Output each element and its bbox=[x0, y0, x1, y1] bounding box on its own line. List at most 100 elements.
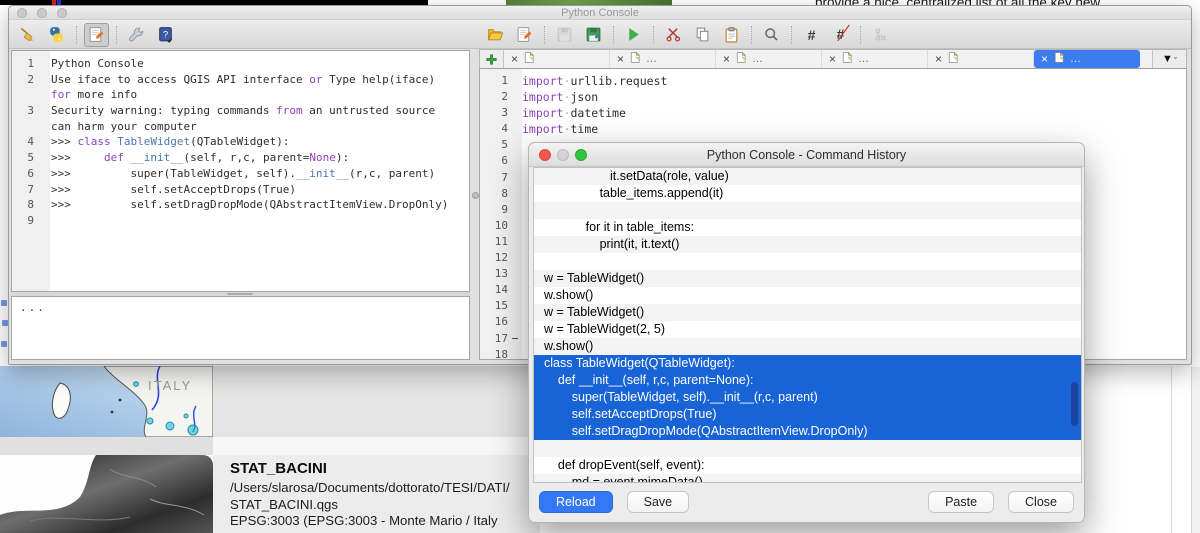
history-row[interactable]: self.setAcceptDrops(True) bbox=[534, 406, 1081, 423]
help-button[interactable]: ? bbox=[153, 23, 178, 47]
history-row[interactable]: w = TableWidget(2, 5) bbox=[534, 321, 1081, 338]
history-row[interactable]: super(TableWidget, self).__init__(r,c, p… bbox=[534, 389, 1081, 406]
copy-button[interactable] bbox=[690, 23, 715, 47]
editor-tabstrip: ××…×…×…××… ▼ ˇ bbox=[479, 49, 1187, 69]
close-tab-icon[interactable]: × bbox=[617, 53, 624, 65]
chevron-down-icon: ˇ bbox=[1174, 56, 1177, 66]
clear-console-button[interactable] bbox=[15, 23, 40, 47]
run-command-button[interactable] bbox=[44, 23, 69, 47]
history-row[interactable]: self.setDragDropMode(QAbstractItemView.D… bbox=[534, 423, 1081, 440]
close-tab-icon[interactable]: × bbox=[1041, 53, 1048, 65]
line-number: 1 bbox=[12, 56, 42, 72]
console-line: 3Security warning: typing commands from … bbox=[12, 103, 469, 119]
command-history-list[interactable]: it.setData(role, value) table_items.appe… bbox=[533, 167, 1082, 483]
script-editor-icon bbox=[88, 26, 105, 43]
editor-tab-5[interactable]: × bbox=[928, 50, 1034, 68]
line-number: 4 bbox=[12, 134, 42, 150]
plus-icon bbox=[485, 53, 498, 66]
uncomment-button[interactable]: # ╱ bbox=[828, 23, 853, 47]
history-row[interactable] bbox=[534, 440, 1081, 457]
object-inspector-button[interactable] bbox=[868, 23, 893, 47]
command-history-dialog: Python Console - Command History it.setD… bbox=[528, 142, 1085, 523]
console-output[interactable]: 1Python Console2Use iface to access QGIS… bbox=[11, 50, 470, 292]
history-row[interactable]: class TableWidget(QTableWidget): bbox=[534, 355, 1081, 372]
console-line: 7>>> self.setAcceptDrops(True) bbox=[12, 182, 469, 198]
editor-line: 2import·json bbox=[480, 89, 1186, 105]
history-row[interactable]: table_items.append(it) bbox=[534, 185, 1081, 202]
window-titlebar[interactable]: Python Console bbox=[9, 6, 1191, 20]
fold-marker bbox=[508, 298, 522, 314]
cut-button[interactable] bbox=[661, 23, 686, 47]
line-number: 9 bbox=[480, 202, 508, 218]
close-tab-icon[interactable]: × bbox=[723, 53, 730, 65]
history-row[interactable]: it.setData(role, value) bbox=[534, 168, 1081, 185]
wrench-icon bbox=[128, 26, 145, 43]
background-map-glyph bbox=[1, 300, 7, 306]
editor-tab-2[interactable]: ×… bbox=[610, 50, 716, 68]
line-number: 7 bbox=[12, 182, 42, 198]
editor-tab-6[interactable]: ×… bbox=[1034, 50, 1140, 68]
fold-marker bbox=[508, 266, 522, 282]
history-row[interactable]: def __init__(self, r,c, parent=None): bbox=[534, 372, 1081, 389]
console-line: 2Use iface to access QGIS API interface … bbox=[12, 72, 469, 88]
run-script-button[interactable] bbox=[621, 23, 646, 47]
new-editor-button[interactable] bbox=[512, 23, 537, 47]
tab-list-dropdown[interactable]: ▼ ˇ bbox=[1152, 50, 1186, 68]
script-page-icon bbox=[841, 51, 853, 64]
close-tab-icon[interactable]: × bbox=[829, 53, 836, 65]
history-row[interactable]: def dropEvent(self, event): bbox=[534, 457, 1081, 474]
recent-project-row-gap bbox=[213, 437, 540, 455]
open-script-button[interactable] bbox=[483, 23, 508, 47]
fold-marker bbox=[508, 250, 522, 266]
script-page-icon bbox=[947, 51, 959, 64]
show-editor-button[interactable] bbox=[84, 23, 109, 47]
fold-marker bbox=[508, 105, 522, 121]
map-label-italy: ITALY bbox=[148, 378, 192, 393]
history-row[interactable]: w.show() bbox=[534, 338, 1081, 355]
close-dialog-button[interactable]: Close bbox=[1008, 491, 1074, 513]
save-button[interactable] bbox=[552, 23, 577, 47]
line-number: 13 bbox=[480, 266, 508, 282]
save-history-button[interactable]: Save bbox=[627, 491, 690, 513]
scrollbar-thumb[interactable] bbox=[1071, 382, 1078, 426]
recent-project-info[interactable]: STAT_BACINI /Users/slarosa/Documents/dot… bbox=[230, 460, 530, 530]
paste-history-button[interactable]: Paste bbox=[928, 491, 994, 513]
paste-button[interactable] bbox=[719, 23, 744, 47]
terrain-thumbnail[interactable] bbox=[0, 455, 213, 533]
fold-marker[interactable]: − bbox=[508, 331, 522, 347]
editor-tab-3[interactable]: ×… bbox=[716, 50, 822, 68]
thumbnail-divider-band bbox=[0, 437, 213, 455]
vertical-splitter-handle[interactable] bbox=[472, 192, 479, 199]
console-line: 9 bbox=[12, 213, 469, 229]
editor-tab-4[interactable]: ×… bbox=[822, 50, 928, 68]
history-row[interactable]: w = TableWidget() bbox=[534, 304, 1081, 321]
dialog-titlebar[interactable]: Python Console - Command History bbox=[529, 143, 1084, 167]
new-tab-button[interactable] bbox=[480, 50, 504, 68]
editor-tab-1[interactable]: × bbox=[504, 50, 610, 68]
options-button[interactable] bbox=[124, 23, 149, 47]
console-input[interactable]: ... bbox=[11, 296, 470, 360]
tab-label: … bbox=[752, 53, 763, 65]
history-row[interactable] bbox=[534, 253, 1081, 270]
close-tab-icon[interactable]: × bbox=[511, 53, 518, 65]
history-row[interactable]: for it in table_items: bbox=[534, 219, 1081, 236]
comment-button[interactable]: # bbox=[799, 23, 824, 47]
history-row[interactable]: print(it, it.text() bbox=[534, 236, 1081, 253]
project-path-line2: STAT_BACINI.qgs bbox=[230, 497, 530, 514]
close-tab-icon[interactable]: × bbox=[935, 53, 942, 65]
reload-button[interactable]: Reload bbox=[539, 491, 613, 513]
fold-marker bbox=[508, 347, 522, 360]
editor-line: 3import·datetime bbox=[480, 105, 1186, 121]
find-text-button[interactable] bbox=[759, 23, 784, 47]
background-right-gutter bbox=[1192, 367, 1200, 533]
history-row[interactable] bbox=[534, 202, 1081, 219]
history-row[interactable]: w.show() bbox=[534, 287, 1081, 304]
console-line: 1Python Console bbox=[12, 56, 469, 72]
folder-open-icon bbox=[487, 26, 504, 43]
script-page-icon bbox=[516, 26, 533, 43]
line-number: 2 bbox=[480, 89, 508, 105]
save-as-button[interactable] bbox=[581, 23, 606, 47]
italy-map-thumbnail[interactable]: ITALY bbox=[0, 366, 213, 437]
history-row[interactable]: w = TableWidget() bbox=[534, 270, 1081, 287]
fold-marker bbox=[508, 282, 522, 298]
